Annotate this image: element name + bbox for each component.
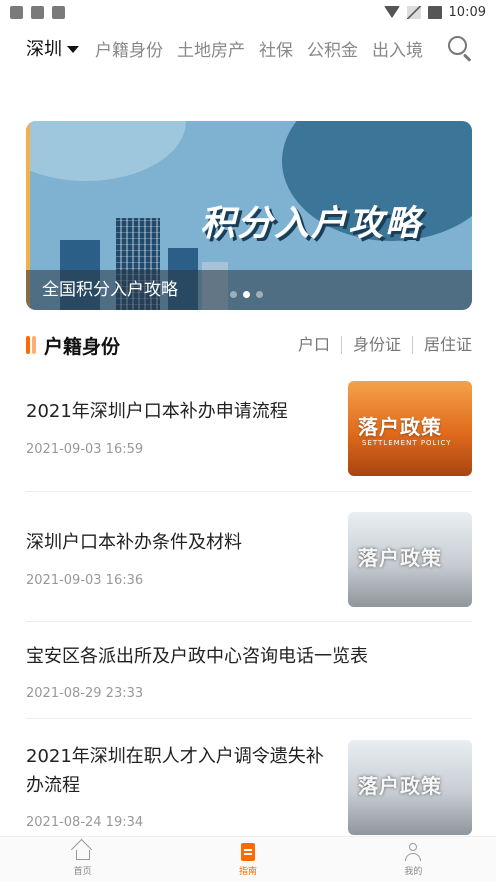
news-title: 2021年深圳在职人才入户调令遗失补办流程 [26,746,324,796]
status-time: 10:09 [448,4,486,20]
news-title: 深圳户口本补办条件及材料 [26,532,242,553]
thumbnail-subtext: SETTLEMENT POLICY [362,439,452,447]
wifi-icon [383,5,400,19]
section-tabs: 户口 身份证 居住证 [298,336,472,354]
banner-caption: 全国积分入户攻略 [42,280,178,300]
status-bar: 10:09 [0,0,496,24]
message-icon [52,5,65,19]
divider [26,491,472,492]
guide-icon [239,842,257,861]
section-header: 户籍身份 户口 身份证 居住证 [26,330,472,360]
section-marker [32,336,36,354]
news-title: 2021年深圳户口本补办申请流程 [26,401,288,422]
nav-guide[interactable]: 指南 [165,837,330,882]
status-right-icons: 10:09 [383,4,486,20]
category-tabs: 户籍身份 土地房产 社保 公积金 出入境 [95,36,433,61]
section-title: 户籍身份 [44,335,121,358]
section-marker [26,336,30,354]
news-item[interactable]: 2021年深圳在职人才入户调令遗失补办流程 2021-08-24 19:34 落… [26,740,472,835]
banner-title: 积分入户攻略 [200,204,423,244]
no-signal-icon [406,5,421,19]
nav-profile-label: 我的 [404,866,423,877]
battery-icon [427,5,442,19]
tab-housing-fund[interactable]: 公积金 [307,36,358,61]
app-icon [31,5,44,19]
tab-hukou[interactable]: 户口 [298,336,341,354]
nav-guide-label: 指南 [238,866,257,877]
news-item[interactable]: 2021年深圳户口本补办申请流程 2021-09-03 16:59 落户政策 S… [26,381,472,476]
tab-land-property[interactable]: 土地房产 [177,36,245,61]
carousel-dot-active[interactable] [243,291,250,298]
city-label: 深圳 [26,39,62,60]
nav-profile[interactable]: 我的 [331,837,496,882]
tab-social-security[interactable]: 社保 [259,36,293,61]
city-selector[interactable]: 深圳 [26,35,79,61]
news-date: 2021-09-03 16:59 [26,442,144,457]
home-icon [74,843,92,861]
news-item[interactable]: 深圳户口本补办条件及材料 2021-09-03 16:36 落户政策 [26,512,472,607]
news-thumbnail: 落户政策 SETTLEMENT POLICY [348,381,472,476]
search-icon[interactable] [446,34,474,62]
tab-entry-exit[interactable]: 出入境 [372,36,423,61]
carousel-dot[interactable] [230,291,237,298]
notification-icon [10,5,23,19]
news-date: 2021-08-24 19:34 [26,815,144,830]
caret-down-icon [67,45,79,53]
divider [26,718,472,719]
news-item[interactable]: 宝安区各派出所及户政中心咨询电话一览表 2021-08-29 23:33 [26,640,472,710]
news-title: 宝安区各派出所及户政中心咨询电话一览表 [26,646,368,667]
divider [26,621,472,622]
tab-residence-permit[interactable]: 居住证 [411,336,472,354]
news-thumbnail: 落户政策 [348,512,472,607]
profile-icon [404,842,422,861]
thumbnail-text: 落户政策 [358,415,442,439]
status-left-icons [10,5,65,19]
news-date: 2021-08-29 23:33 [26,686,144,701]
news-thumbnail: 落户政策 [348,740,472,835]
tab-id-card[interactable]: 身份证 [340,336,412,354]
nav-home[interactable]: 首页 [0,837,165,882]
bottom-nav: 首页 指南 我的 [0,836,496,882]
nav-home-label: 首页 [73,866,92,877]
banner-decoration [26,121,186,181]
news-date: 2021-09-03 16:36 [26,573,144,588]
carousel-dots [230,291,263,298]
top-nav: 深圳 户籍身份 土地房产 社保 公积金 出入境 [0,28,496,68]
thumbnail-text: 落户政策 [358,774,442,798]
thumbnail-text: 落户政策 [358,546,442,570]
carousel-dot[interactable] [256,291,263,298]
banner-carousel[interactable]: 积分入户攻略 全国积分入户攻略 [26,121,472,310]
tab-huji[interactable]: 户籍身份 [95,36,163,61]
